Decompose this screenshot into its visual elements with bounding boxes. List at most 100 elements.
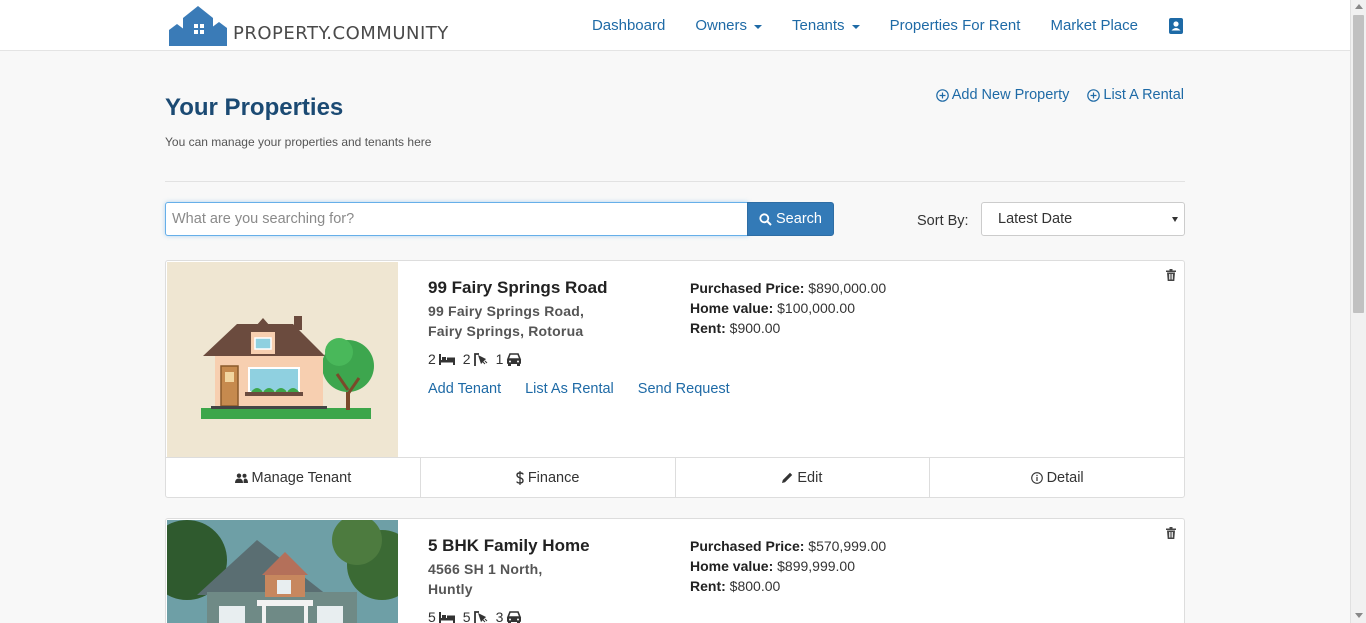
home-value-row: Home value: $899,999.00 [690, 556, 886, 576]
header-divider [165, 181, 1185, 182]
plus-circle-icon [935, 88, 949, 102]
sort-label: Sort By: [917, 213, 969, 229]
purchased-price-label: Purchased Price: [690, 538, 805, 554]
list-a-rental-label: List A Rental [1103, 87, 1184, 103]
home-value-value: $100,000.00 [777, 300, 855, 316]
nav-market-place[interactable]: Market Place [1050, 17, 1138, 34]
parking-count: 3 [496, 609, 523, 623]
finance-label: Finance [527, 469, 580, 486]
search-input[interactable] [165, 202, 748, 236]
nav-tenants-label: Tenants [792, 17, 845, 34]
house-photo [167, 520, 398, 623]
brand-logo[interactable]: PROPERTY.COMMUNITY [169, 4, 449, 46]
rent-label: Rent: [690, 578, 726, 594]
property-footer: Manage Tenant Finance Edit Detail [166, 457, 1184, 497]
detail-button[interactable]: Detail [930, 458, 1184, 497]
trash-icon[interactable] [1166, 269, 1176, 281]
people-icon [234, 473, 248, 483]
search-icon [759, 212, 772, 226]
car-icon [507, 352, 522, 366]
list-as-rental-link[interactable]: List As Rental [525, 381, 614, 397]
nav-dashboard-label: Dashboard [591, 17, 666, 34]
rent-row: Rent: $900.00 [690, 318, 886, 338]
bedrooms-count: 2 [428, 351, 455, 367]
list-a-rental-link[interactable]: List A Rental [1087, 87, 1184, 103]
nav-owners-label: Owners [695, 17, 748, 34]
nav-properties-for-rent[interactable]: Properties For Rent [890, 17, 1021, 34]
top-navbar: PROPERTY.COMMUNITY Dashboard Owners Tena… [0, 0, 1350, 51]
purchased-price-label: Purchased Price: [690, 280, 805, 296]
purchased-price-value: $890,000.00 [808, 280, 887, 296]
purchased-price-row: Purchased Price: $890,000.00 [690, 278, 886, 298]
sort-select[interactable]: Latest Date [981, 202, 1185, 236]
rent-value: $800.00 [729, 578, 781, 594]
pencil-icon [782, 472, 793, 483]
edit-label: Edit [797, 469, 823, 486]
add-new-property-link[interactable]: Add New Property [935, 87, 1070, 103]
rent-row: Rent: $800.00 [690, 576, 886, 596]
bedrooms-count: 5 [428, 609, 455, 623]
detail-label: Detail [1046, 469, 1084, 486]
dollar-icon [516, 470, 524, 485]
nav-owners-dropdown[interactable]: Owners [695, 17, 763, 34]
address-line-2: Huntly [428, 581, 473, 597]
rent-label: Rent: [690, 320, 726, 336]
nav-properties-for-rent-label: Properties For Rent [889, 17, 1021, 34]
search-button[interactable]: Search [747, 202, 834, 236]
home-value-value: $899,999.00 [777, 558, 855, 574]
add-new-property-label: Add New Property [951, 87, 1070, 103]
info-circle-icon [1030, 471, 1043, 484]
parking-value: 1 [495, 351, 504, 367]
edit-button[interactable]: Edit [676, 458, 931, 497]
finance-button[interactable]: Finance [421, 458, 676, 497]
caret-down-icon [754, 24, 763, 29]
scroll-up-arrow-icon[interactable] [1355, 4, 1363, 9]
home-value-label: Home value: [690, 558, 774, 574]
property-name[interactable]: 99 Fairy Springs Road [428, 278, 608, 298]
bathrooms-value: 5 [462, 609, 471, 623]
rent-value: $900.00 [729, 320, 781, 336]
bathrooms-count: 2 [463, 351, 488, 367]
property-name[interactable]: 5 BHK Family Home [428, 536, 590, 556]
contact-card-icon[interactable] [1168, 17, 1184, 34]
address-line-1: 99 Fairy Springs Road, [428, 303, 585, 319]
add-tenant-link[interactable]: Add Tenant [428, 381, 501, 397]
property-image[interactable] [167, 262, 398, 457]
shower-icon [473, 610, 487, 623]
send-request-link[interactable]: Send Request [638, 381, 730, 397]
nav-dashboard[interactable]: Dashboard [592, 17, 665, 34]
bedrooms-value: 2 [428, 351, 436, 367]
manage-tenant-label: Manage Tenant [251, 469, 352, 486]
header-actions: Add New Property List A Rental [918, 87, 1184, 103]
bed-icon [438, 611, 455, 623]
purchased-price-value: $570,999.00 [808, 538, 887, 554]
nav-menu: Dashboard Owners Tenants Properties For … [562, 0, 1184, 51]
bedrooms-value: 5 [428, 609, 436, 623]
house-illustration [201, 316, 374, 419]
bathrooms-value: 2 [462, 351, 471, 367]
shower-icon [473, 352, 487, 366]
select-arrow-icon [1172, 217, 1178, 222]
plus-circle-icon [1087, 88, 1101, 102]
house-logo-icon [169, 6, 227, 46]
manage-tenant-button[interactable]: Manage Tenant [166, 458, 421, 497]
sort-selected-value: Latest Date [998, 211, 1073, 227]
property-actions: Add Tenant List As Rental Send Request [428, 381, 754, 397]
address-line-2: Fairy Springs, Rotorua [428, 323, 584, 339]
scroll-down-arrow-icon[interactable] [1355, 613, 1363, 618]
property-features: 5 5 3 [428, 609, 530, 623]
property-image[interactable] [167, 520, 398, 623]
property-card: 99 Fairy Springs Road 99 Fairy Springs R… [165, 260, 1185, 498]
nav-tenants-dropdown[interactable]: Tenants [792, 17, 860, 34]
trash-icon[interactable] [1166, 527, 1176, 539]
property-prices: Purchased Price: $570,999.00 Home value:… [690, 536, 886, 596]
search-button-label: Search [776, 211, 822, 227]
caret-down-icon [851, 24, 860, 29]
scroll-thumb[interactable] [1353, 15, 1364, 313]
bathrooms-count: 5 [463, 609, 488, 623]
parking-value: 3 [495, 609, 504, 623]
home-value-row: Home value: $100,000.00 [690, 298, 886, 318]
nav-market-place-label: Market Place [1050, 17, 1138, 34]
page-title: Your Properties [165, 94, 344, 121]
page-scrollbar[interactable] [1350, 0, 1366, 623]
